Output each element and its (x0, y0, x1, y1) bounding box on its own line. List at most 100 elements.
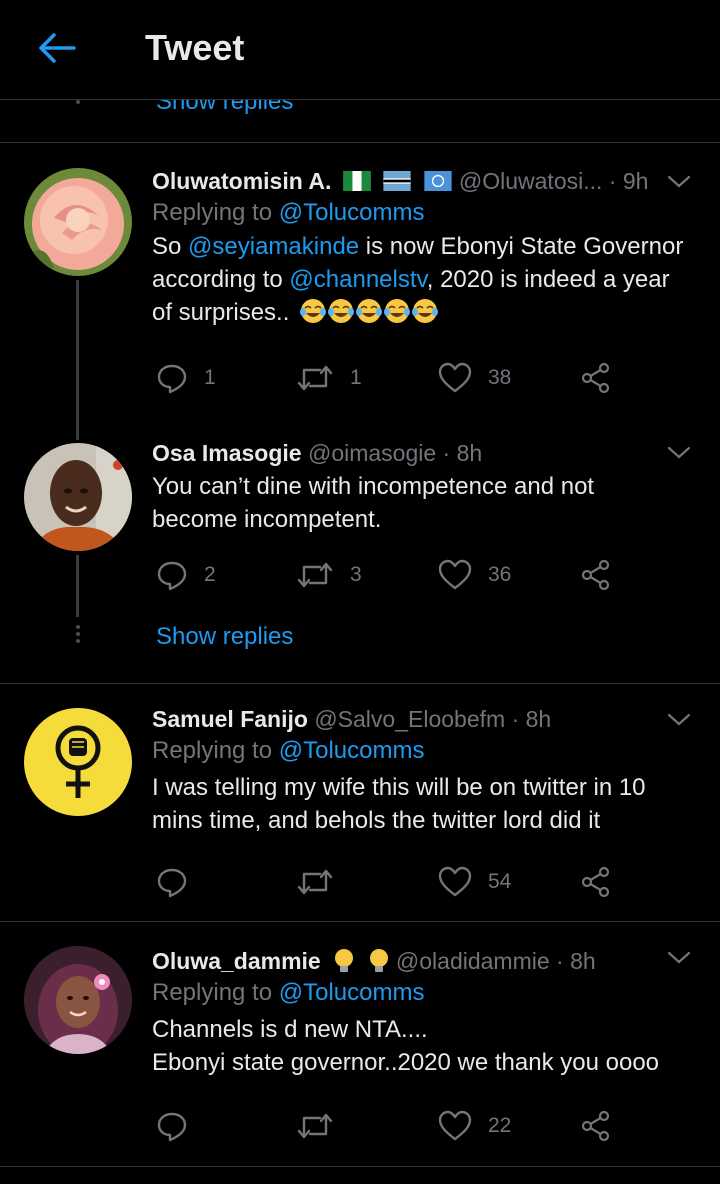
replying-prefix: Replying to (152, 979, 273, 1006)
like-button[interactable]: 38 (438, 358, 511, 398)
tweet-oluwa-dammie[interactable]: Oluwa_dammie @oladidammie · 8h Replying … (0, 922, 720, 1166)
display-name[interactable]: Oluwa_dammie (152, 948, 321, 974)
replying-to: Replying to @Tolucomms (152, 196, 692, 230)
user-handle[interactable]: @Salvo_Eloobefm (314, 706, 505, 732)
separator-dot: · (556, 948, 564, 974)
text-line: Ebonyi state governor..2020 we thank you… (152, 1049, 660, 1076)
display-name[interactable]: Samuel Fanijo (152, 706, 308, 732)
tweet-header: Oluwatomisin A. @Oluwatosi... · 9h (152, 166, 692, 196)
reply-button[interactable]: 1 (156, 358, 216, 398)
arrow-left-icon (39, 33, 76, 63)
reply-button[interactable] (156, 1106, 188, 1146)
text-part: of surprises.. (152, 299, 290, 326)
replying-to: Replying to @Tolucomms (152, 734, 692, 768)
text-part: , 2020 is indeed a year (426, 266, 670, 293)
text-line: become incompetent. (152, 506, 382, 533)
avatar[interactable] (24, 708, 132, 816)
like-button[interactable]: 36 (438, 555, 511, 595)
top-app-bar: Tweet (0, 0, 720, 100)
like-count: 36 (488, 563, 512, 586)
share-icon (581, 1110, 610, 1142)
reply-icon (157, 364, 187, 394)
reply-icon (157, 868, 187, 898)
separator-dot: · (511, 706, 520, 732)
retweet-count: 1 (350, 366, 362, 389)
retweet-button[interactable]: 3 (296, 555, 362, 595)
retweet-icon (297, 365, 333, 391)
tweet-header: Osa Imasogie @oimasogie · 8h (152, 438, 692, 468)
share-button[interactable] (580, 555, 612, 595)
replying-prefix: Replying to (152, 737, 273, 764)
tweet-oluwatomisin[interactable]: Oluwatomisin A. @Oluwatosi... · 9h Reply… (0, 142, 720, 440)
text-line: Channels is d new NTA.... (152, 1016, 428, 1043)
chevron-down-icon[interactable] (664, 948, 694, 968)
replying-mention[interactable]: @Tolucomms (279, 979, 425, 1006)
avatar[interactable] (24, 443, 132, 551)
display-name[interactable]: Oluwatomisin A. (152, 168, 331, 194)
page-title: Tweet (145, 27, 245, 68)
separator-dot: · (442, 440, 451, 466)
tweet-actions: 22 (156, 1106, 626, 1146)
chevron-down-icon[interactable] (664, 443, 694, 463)
tweet-actions: 54 (156, 862, 626, 902)
like-count: 38 (488, 366, 512, 389)
retweet-icon (297, 562, 333, 588)
text-line: I was telling my wife this will be on tw… (152, 774, 646, 801)
retweet-button[interactable] (296, 862, 334, 902)
thread-dots (76, 625, 80, 646)
light-bulb-icon (335, 948, 354, 972)
share-button[interactable] (580, 862, 612, 902)
tweet-header: Oluwa_dammie @oladidammie · 8h (152, 946, 692, 976)
tweet-osa[interactable]: Osa Imasogie @oimasogie · 8h You can’t d… (0, 427, 720, 683)
text-part: is now Ebonyi State Governor (359, 233, 684, 260)
text-part: according to (152, 266, 290, 293)
retweet-button[interactable] (296, 1106, 334, 1146)
user-handle[interactable]: @oimasogie (308, 440, 436, 466)
replying-mention[interactable]: @Tolucomms (279, 199, 425, 226)
user-handle[interactable]: @oladidammie (396, 948, 550, 974)
display-name[interactable]: Osa Imasogie (152, 440, 302, 466)
chevron-down-icon[interactable] (664, 710, 694, 730)
tweet-samuel[interactable]: Samuel Fanijo @Salvo_Eloobefm · 8h Reply… (0, 684, 720, 921)
heart-icon (438, 559, 472, 590)
nigeria-flag-icon (343, 171, 371, 192)
like-button[interactable]: 54 (438, 862, 511, 902)
timestamp[interactable]: 8h (457, 440, 483, 466)
tweet-text: You can’t dine with incompetence and not… (152, 470, 692, 536)
share-button[interactable] (580, 358, 612, 398)
thread-line (76, 280, 79, 440)
tweet-actions: 1 1 38 (156, 358, 626, 398)
share-icon (581, 362, 610, 394)
replying-prefix: Replying to (152, 199, 273, 226)
reply-icon (157, 1112, 187, 1142)
like-button[interactable]: 22 (438, 1106, 511, 1146)
retweet-count: 3 (350, 563, 362, 586)
botswana-flag-icon (383, 171, 411, 192)
reply-button[interactable]: 2 (156, 555, 216, 595)
avatar[interactable] (24, 168, 132, 276)
like-count: 22 (488, 1114, 512, 1137)
divider (0, 1166, 720, 1167)
tweet-text: So @seyiamakinde is now Ebonyi State Gov… (152, 230, 692, 329)
timestamp[interactable]: 9h (623, 168, 649, 194)
reply-button[interactable] (156, 862, 188, 902)
mention-link[interactable]: @channelstv (289, 266, 426, 293)
text-line: You can’t dine with incompetence and not (152, 473, 595, 500)
share-button[interactable] (580, 1106, 612, 1146)
avatar[interactable] (24, 946, 132, 1054)
retweet-button[interactable]: 1 (296, 358, 362, 398)
reply-icon (157, 561, 187, 591)
timestamp[interactable]: 8h (526, 706, 552, 732)
text-part: So (152, 233, 189, 260)
back-button[interactable] (34, 28, 78, 68)
show-replies-link[interactable]: Show replies (156, 623, 293, 651)
tears-of-joy-emoji-icon (300, 298, 439, 324)
replying-mention[interactable]: @Tolucomms (279, 737, 425, 764)
user-handle[interactable]: @Oluwatosi... (459, 168, 603, 194)
chevron-down-icon[interactable] (664, 172, 694, 192)
heart-icon (438, 362, 472, 393)
mention-link[interactable]: @seyiamakinde (188, 233, 359, 260)
like-count: 54 (488, 870, 512, 893)
timestamp[interactable]: 8h (570, 948, 596, 974)
share-icon (581, 866, 610, 898)
